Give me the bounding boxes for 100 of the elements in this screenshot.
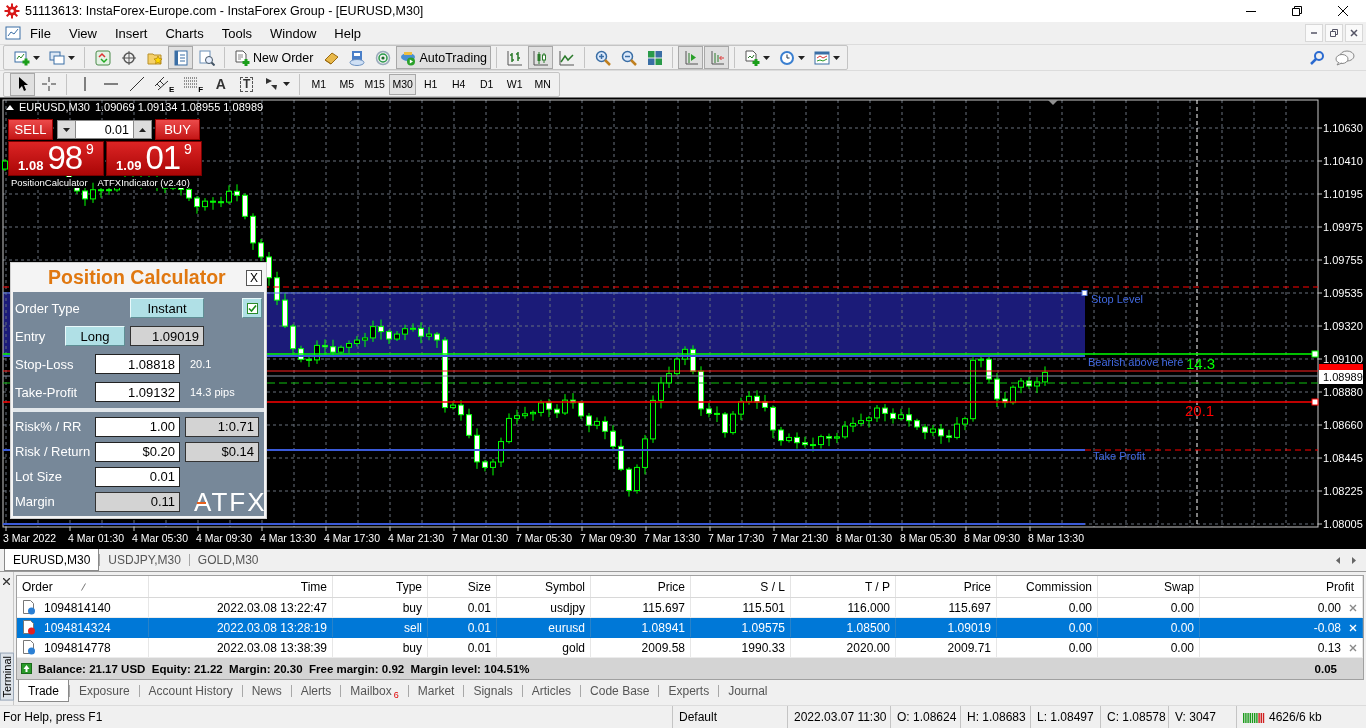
text-tool-button[interactable]: A	[208, 72, 234, 96]
signal-bars-icon	[1243, 711, 1265, 723]
time-label: 4 Mar 21:30	[388, 532, 445, 544]
column-header[interactable]: T / P	[791, 576, 896, 597]
close-order-button[interactable]	[1349, 643, 1357, 652]
sell-button[interactable]: SELL	[8, 119, 53, 140]
option-button[interactable]: Instant	[130, 298, 204, 318]
scroll-left-button[interactable]	[1336, 556, 1340, 564]
terminal-tab[interactable]: Account History	[139, 680, 242, 702]
terminal-tab[interactable]: Alerts	[291, 680, 341, 702]
concentric-circles-icon	[374, 49, 391, 66]
column-header[interactable]: Price	[896, 576, 997, 597]
number-input[interactable]: 1.00	[95, 416, 180, 437]
column-header[interactable]: Size	[428, 576, 497, 597]
cursor-button[interactable]	[10, 72, 35, 96]
column-header[interactable]: Type	[333, 576, 428, 597]
time-label: 8 Mar 05:30	[900, 532, 957, 544]
autotrading-button[interactable]: AutoTrading	[396, 46, 492, 69]
order-row[interactable]: 1094814140 2022.03.08 13:22:47 buy 0.01 usdjpy 115.697 115.501 116.000 115.697 0.00 0.00 0.00	[17, 598, 1363, 618]
horizontal-line-icon	[103, 83, 118, 85]
timeframe-button[interactable]: M15	[361, 73, 389, 95]
text-label-button[interactable]: T	[234, 72, 260, 96]
buy-button[interactable]: BUY	[155, 119, 200, 140]
close-order-button[interactable]	[1349, 603, 1357, 612]
menu-item[interactable]: Tools	[212, 23, 262, 43]
terminal-tab[interactable]: Market	[408, 680, 464, 702]
column-header[interactable]: S / L	[691, 576, 791, 597]
checkbox[interactable]	[242, 298, 262, 318]
column-header[interactable]: Symbol	[497, 576, 591, 597]
terminal-tab[interactable]: News	[242, 680, 291, 702]
terminal-tab[interactable]: Signals	[464, 680, 522, 702]
price-label: 1.10630	[1323, 122, 1363, 134]
terminal-button[interactable]	[168, 46, 193, 69]
timeframe-button[interactable]: H4	[445, 73, 473, 95]
decrease-button[interactable]	[57, 120, 76, 139]
timeframe-button[interactable]: M30	[389, 73, 417, 95]
minimize-button[interactable]	[1305, 24, 1323, 42]
order-row[interactable]: 1094814324 2022.03.08 13:28:19 sell 0.01 eurusd 1.08941 1.09575 1.08500 1.09019 0.00 0.00 -0.08	[17, 618, 1363, 638]
time-label: 7 Mar 21:30	[772, 532, 829, 544]
order-row[interactable]: 1094814778 2022.03.08 13:38:39 buy 0.01 gold 2009.58 1990.33 2020.00 2009.71 0.00 0.00 0.13	[17, 638, 1363, 658]
timeframe-button[interactable]: MN	[529, 73, 557, 95]
terminal-tab[interactable]: Journal	[719, 680, 777, 702]
terminal-tab[interactable]: Exposure	[69, 680, 139, 702]
table-cell: 0.00	[1068, 600, 1092, 615]
table-cell: 2022.03.08 13:38:39	[216, 640, 327, 655]
close-button[interactable]	[3, 578, 10, 585]
terminal-tab[interactable]: Experts	[659, 680, 719, 702]
column-header[interactable]: Order	[17, 576, 149, 597]
new-order-button[interactable]: New Order	[230, 46, 318, 69]
table-cell: 1.08941	[641, 620, 685, 635]
menu-item[interactable]: File	[21, 23, 60, 43]
line-chart-icon	[558, 49, 575, 66]
lot-input[interactable]: 0.01	[76, 120, 133, 139]
chat-button[interactable]	[1335, 49, 1355, 66]
terminal-tab[interactable]: Trade	[18, 680, 69, 702]
column-header[interactable]: Time	[149, 576, 333, 597]
time-label: 4 Mar 17:30	[324, 532, 381, 544]
column-header[interactable]: Profit	[1200, 576, 1363, 597]
column-header[interactable]: Swap	[1098, 576, 1200, 597]
restore-button[interactable]	[1325, 24, 1343, 42]
bar-chart-icon	[506, 49, 523, 66]
timeframe-button[interactable]: M5	[333, 73, 361, 95]
timeframe-button[interactable]: M1	[305, 73, 333, 95]
candlesticks-button[interactable]	[528, 46, 554, 69]
chart-tab[interactable]: EURUSD,M30	[4, 549, 100, 571]
play-badge-icon	[400, 49, 417, 66]
menu-item[interactable]: Help	[325, 23, 371, 43]
chart-shift-button[interactable]	[678, 46, 704, 69]
window-title: 51113613: InstaForex-Europe.com - InstaForex Group - [EURUSD,M30]	[25, 4, 425, 18]
increase-button[interactable]	[133, 120, 152, 139]
chart-tab[interactable]: USDJPY,M30	[100, 549, 189, 571]
table-cell: 2020.00	[846, 640, 890, 655]
number-input[interactable]: 1.08818	[95, 354, 180, 374]
table-cell: sell	[404, 620, 422, 635]
autoscroll-button[interactable]	[704, 46, 730, 69]
number-input[interactable]: 0.01	[95, 466, 180, 487]
search-button[interactable]	[1309, 49, 1325, 66]
timeframe-button[interactable]: D1	[473, 73, 501, 95]
column-header[interactable]: Commission	[997, 576, 1098, 597]
timeframe-button[interactable]: H1	[417, 73, 445, 95]
terminal-tab[interactable]: Code Base	[581, 680, 659, 702]
menu-item[interactable]: Charts	[156, 23, 213, 43]
timeframe-button[interactable]: W1	[501, 73, 529, 95]
chart-plus-icon	[14, 49, 30, 66]
scroll-right-button[interactable]	[1352, 556, 1356, 564]
close-icon	[1350, 29, 1358, 37]
menu-item[interactable]: Window	[261, 23, 326, 43]
column-header[interactable]: Price	[591, 576, 691, 597]
readonly-field: 0.11	[95, 491, 180, 512]
option-button[interactable]: Long	[65, 326, 125, 346]
number-input[interactable]: 1.09132	[95, 382, 180, 402]
close-button[interactable]: X	[246, 269, 262, 286]
number-input[interactable]: $0.20	[95, 441, 180, 462]
chat-icon	[1335, 49, 1355, 66]
terminal-tab[interactable]: Articles	[522, 680, 581, 702]
menu-item[interactable]: Insert	[105, 23, 157, 43]
chart-tab[interactable]: GOLD,M30	[189, 549, 267, 571]
menu-item[interactable]: View	[59, 23, 106, 43]
fibonacci-button[interactable]: F	[179, 72, 208, 96]
channel-button[interactable]: E	[150, 72, 179, 96]
